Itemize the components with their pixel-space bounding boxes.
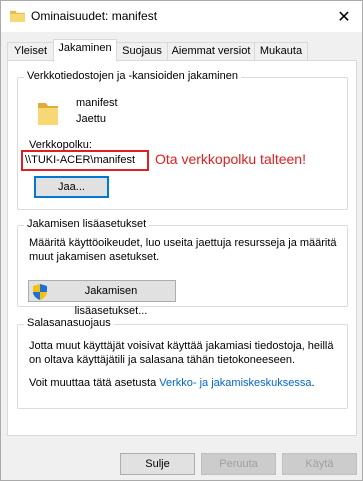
network-sharing-legend: Verkkotiedostojen ja -kansioiden jakamin… — [24, 70, 241, 82]
password-protection-group: Salasanasuojaus Jotta muut käyttäjät voi… — [17, 317, 348, 409]
folder-icon — [10, 10, 25, 22]
advanced-description-line1: Määritä käyttöoikeudet, luo useita jaett… — [29, 237, 337, 249]
share-button[interactable]: Jaa... — [34, 176, 109, 198]
advanced-description-line2: muut jakamisen asetukset. — [29, 251, 160, 263]
password-text-suffix: . — [311, 377, 315, 389]
tab-security[interactable]: Suojaus — [116, 42, 168, 61]
network-sharing-center-link[interactable]: Verkko- ja jakamiskeskuksessa — [159, 377, 311, 389]
password-text-prefix: Voit muuttaa tätä asetusta — [29, 377, 157, 389]
tab-customize[interactable]: Mukauta — [254, 42, 308, 61]
password-text-line3: Voit muuttaa tätä asetusta Verkko- ja ja… — [29, 377, 315, 389]
network-path-field[interactable]: \\TUKI-ACER\manifest — [21, 150, 149, 171]
close-button[interactable]: Sulje — [120, 453, 195, 475]
tab-bar: Yleiset Jakaminen Suojaus Aiemmat versio… — [7, 39, 357, 62]
shared-folder-icon — [38, 103, 58, 125]
apply-button[interactable]: Käytä — [282, 453, 357, 475]
password-text-line1: Jotta muut käyttäjät voisivat käyttää ja… — [29, 340, 334, 352]
advanced-sharing-legend: Jakamisen lisäasetukset — [24, 218, 150, 230]
folder-name: manifest — [76, 97, 118, 109]
window-title: Ominaisuudet: manifest — [31, 9, 158, 23]
close-window-button[interactable]: ✕ — [326, 1, 362, 32]
tab-sharing[interactable]: Jakaminen — [53, 39, 117, 62]
tab-previous-versions[interactable]: Aiemmat versiot — [167, 42, 255, 61]
advanced-sharing-button[interactable]: Jakamisen lisäasetukset... — [28, 280, 176, 317]
share-status: Jaettu — [76, 113, 106, 125]
password-protection-legend: Salasanasuojaus — [24, 317, 114, 329]
properties-dialog: Ominaisuudet: manifest ✕ Yleiset Jakamin… — [0, 0, 363, 481]
advanced-sharing-button-label: Jakamisen lisäasetukset... — [74, 285, 148, 317]
uac-shield-icon — [33, 284, 47, 300]
tab-panel: Verkkotiedostojen ja -kansioiden jakamin… — [7, 60, 357, 436]
close-icon: ✕ — [337, 8, 351, 26]
title-bar: Ominaisuudet: manifest ✕ — [1, 1, 362, 32]
tab-general[interactable]: Yleiset — [7, 42, 54, 61]
cancel-button[interactable]: Peruuta — [201, 453, 276, 475]
path-annotation: Ota verkkopolku talteen! — [155, 151, 306, 167]
password-text-line2: on oltava käyttäjätili ja salasana tähän… — [29, 354, 296, 366]
